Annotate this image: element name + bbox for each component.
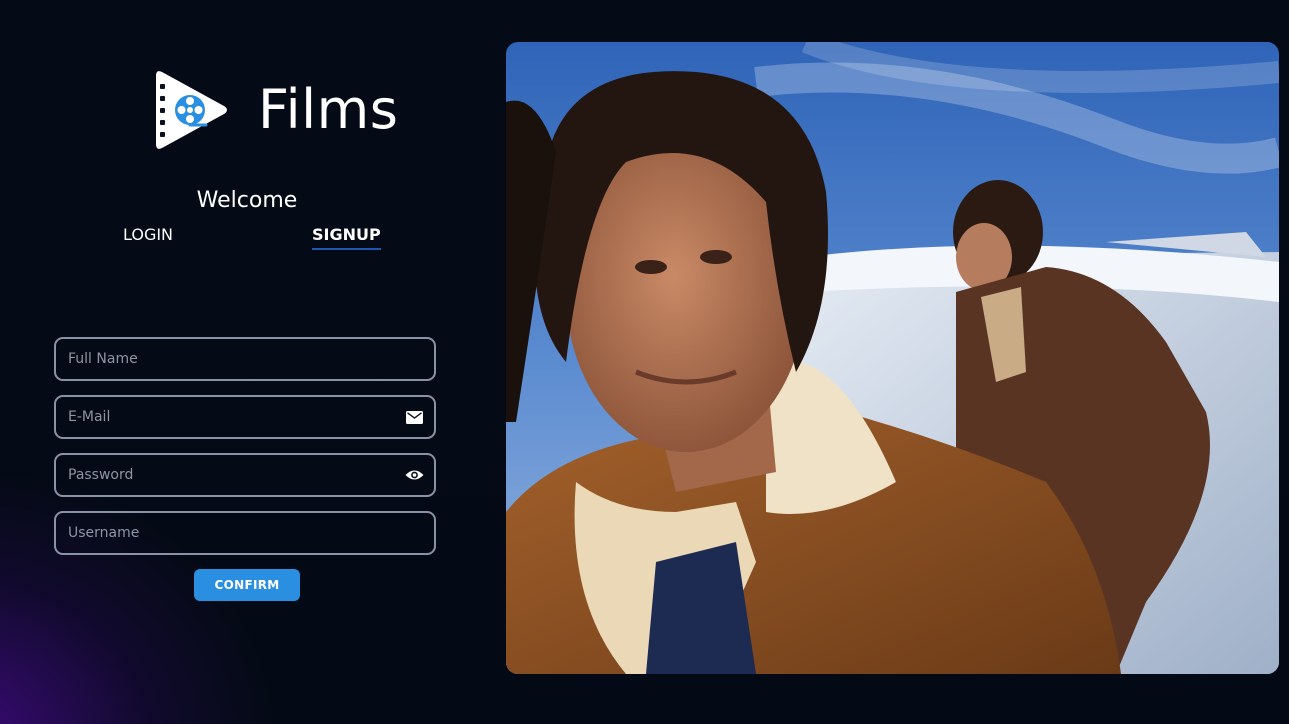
confirm-button[interactable]: CONFIRM	[194, 569, 300, 601]
full-name-field	[54, 337, 436, 381]
envelope-icon	[404, 407, 424, 427]
brand-header: Films	[152, 66, 398, 154]
username-field	[54, 511, 436, 555]
tab-signup[interactable]: SIGNUP	[312, 225, 381, 250]
hero-photo-illustration	[506, 42, 1279, 674]
username-input[interactable]	[56, 513, 434, 553]
tab-login[interactable]: LOGIN	[123, 225, 173, 250]
email-input[interactable]	[56, 397, 404, 437]
signup-page: Films Welcome LOGIN SIGNUP CONFIRM	[0, 0, 1289, 724]
full-name-input[interactable]	[56, 339, 434, 379]
password-input[interactable]	[56, 455, 404, 495]
password-field	[54, 453, 436, 497]
welcome-heading: Welcome	[196, 188, 298, 213]
hero-photo	[506, 42, 1279, 674]
film-reel-play-icon	[156, 71, 227, 149]
brand-name: Films	[258, 78, 399, 141]
eye-icon[interactable]	[404, 465, 424, 485]
email-field	[54, 395, 436, 439]
